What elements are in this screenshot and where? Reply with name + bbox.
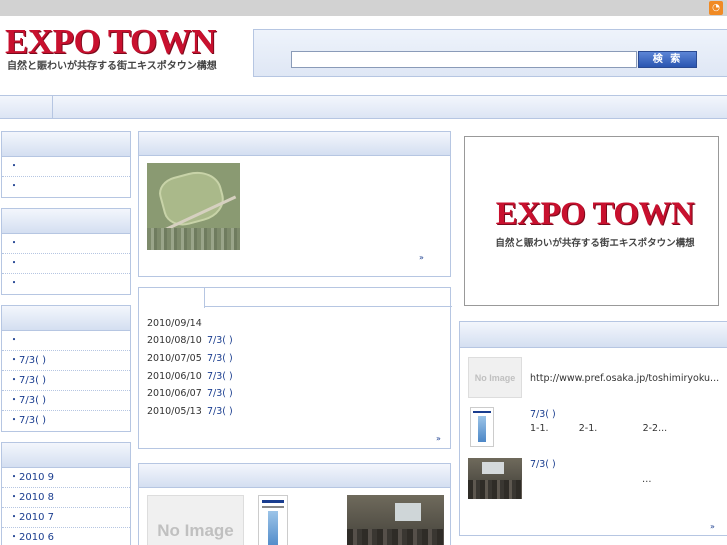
news-date: 2010/07/05 (147, 353, 202, 364)
news-date: 2010/08/10 (147, 335, 202, 346)
news-tab[interactable] (139, 288, 205, 308)
links-panel-header (460, 322, 727, 348)
sidebar-item[interactable]: ・7/3( ) (2, 391, 130, 411)
gallery-thumb-document[interactable] (258, 495, 288, 545)
site-logo[interactable]: EXPO TOWN 自然と賑わいが共存する街エキスポタウン構想 (5, 24, 241, 76)
featured-panel-header (139, 132, 450, 156)
doc-image (268, 511, 278, 545)
doc-heading-line (473, 411, 491, 413)
sidebar-item[interactable]: ・7/3( ) (2, 351, 130, 371)
news-title[interactable]: 7/3( ) (207, 388, 233, 399)
sidebar-box-header (2, 209, 130, 234)
rss-icon[interactable]: ◔ (709, 1, 723, 15)
sidebar-box-header (2, 132, 130, 157)
gallery-panel: No Image (138, 463, 451, 545)
photo-screen (482, 462, 504, 474)
sidebar-item[interactable]: ・ (2, 157, 130, 177)
sidebar-box-2: ・ ・ ・ (1, 208, 131, 295)
archive-item[interactable]: ・2010 7 (2, 508, 130, 528)
news-tab-row (139, 288, 452, 308)
news-date: 2010/06/10 (147, 371, 202, 382)
sidebar-item[interactable]: ・7/3( ) (2, 411, 130, 431)
sidebar-box-archive: ・2010 9 ・2010 8 ・2010 7 ・2010 6 (1, 442, 131, 545)
banner-subtitle: 自然と賑わいが共存する街エキスポタウン構想 (495, 238, 695, 249)
doc-text-line (262, 506, 284, 508)
expo-town-banner[interactable]: EXPO TOWN 自然と賑わいが共存する街エキスポタウン構想 (464, 136, 719, 306)
sidebar-item[interactable]: ・ (2, 234, 130, 254)
aerial-town (147, 228, 240, 250)
news-row: 2010/08/10 7/3( ) (147, 332, 233, 349)
search-input[interactable] (291, 51, 637, 68)
news-title[interactable]: 7/3( ) (207, 371, 233, 382)
sidebar-box-3: ・ ・7/3( ) ・7/3( ) ・7/3( ) ・7/3( ) (1, 305, 131, 432)
sidebar-box-header (2, 443, 130, 468)
link-title[interactable]: http://www.pref.osaka.jp/toshimiryoku... (530, 373, 719, 384)
more-link[interactable]: » (436, 434, 441, 443)
search-panel: 検 索 (253, 29, 727, 77)
link-thumb-noimage[interactable]: No Image (468, 357, 522, 398)
photo-screen (395, 503, 421, 521)
logo-subtitle: 自然と賑わいが共存する街エキスポタウン構想 (7, 61, 217, 72)
news-title[interactable]: 7/3( ) (207, 335, 233, 346)
more-link[interactable]: » (710, 522, 715, 531)
logo-title: EXPO TOWN (5, 22, 217, 61)
sidebar-item[interactable]: ・ (2, 177, 130, 197)
sidebar-item[interactable]: ・ (2, 254, 130, 274)
news-row: 2010/07/05 7/3( ) (147, 350, 233, 367)
search-button[interactable]: 検 索 (638, 51, 697, 68)
sidebar-box-header (2, 306, 130, 331)
gallery-panel-header (139, 464, 450, 488)
links-panel: No Image http://www.pref.osaka.jp/toshim… (459, 321, 727, 536)
doc-image (478, 416, 486, 442)
news-title[interactable]: 7/3( ) (207, 406, 233, 417)
archive-item[interactable]: ・2010 8 (2, 488, 130, 508)
link-title[interactable]: 7/3( ) (530, 459, 556, 470)
featured-panel: » (138, 131, 451, 277)
news-row: 2010/06/10 7/3( ) (147, 368, 233, 385)
news-date: 2010/09/14 (147, 318, 202, 329)
top-bar: ◔ (0, 0, 727, 16)
aerial-photo[interactable] (147, 163, 240, 250)
news-date: 2010/05/13 (147, 406, 202, 417)
aerial-park-area (155, 165, 229, 231)
gallery-thumb-photo[interactable] (347, 495, 444, 545)
banner-title: EXPO TOWN (495, 196, 695, 232)
gallery-thumb-noimage[interactable]: No Image (147, 495, 244, 545)
news-title[interactable]: 7/3( ) (207, 353, 233, 364)
news-row: 2010/09/14 (147, 315, 207, 332)
photo-audience (468, 480, 522, 499)
news-panel: 2010/09/14 2010/08/10 7/3( ) 2010/07/05 7/… (138, 287, 452, 449)
doc-heading-line (262, 500, 284, 503)
sidebar-box-1: ・ ・ (1, 131, 131, 198)
link-title[interactable]: 7/3( ) (530, 409, 556, 420)
photo-audience (347, 529, 444, 545)
sidebar-item[interactable]: ・ (2, 274, 130, 294)
link-thumb-document[interactable] (470, 407, 494, 447)
more-link[interactable]: » (419, 253, 424, 262)
news-date: 2010/06/07 (147, 388, 202, 399)
main-nav (0, 95, 727, 119)
archive-item[interactable]: ・2010 6 (2, 528, 130, 545)
sidebar-item[interactable]: ・7/3( ) (2, 371, 130, 391)
news-row: 2010/06/07 7/3( ) (147, 385, 233, 402)
news-row: 2010/05/13 7/3( ) (147, 403, 233, 420)
sidebar-item[interactable]: ・ (2, 331, 130, 351)
link-description: 1-1. 2-1. 2-2... (530, 423, 668, 434)
link-description: … (642, 474, 652, 485)
archive-item[interactable]: ・2010 9 (2, 468, 130, 488)
link-thumb-photo[interactable] (468, 458, 522, 499)
nav-divider (52, 96, 53, 118)
